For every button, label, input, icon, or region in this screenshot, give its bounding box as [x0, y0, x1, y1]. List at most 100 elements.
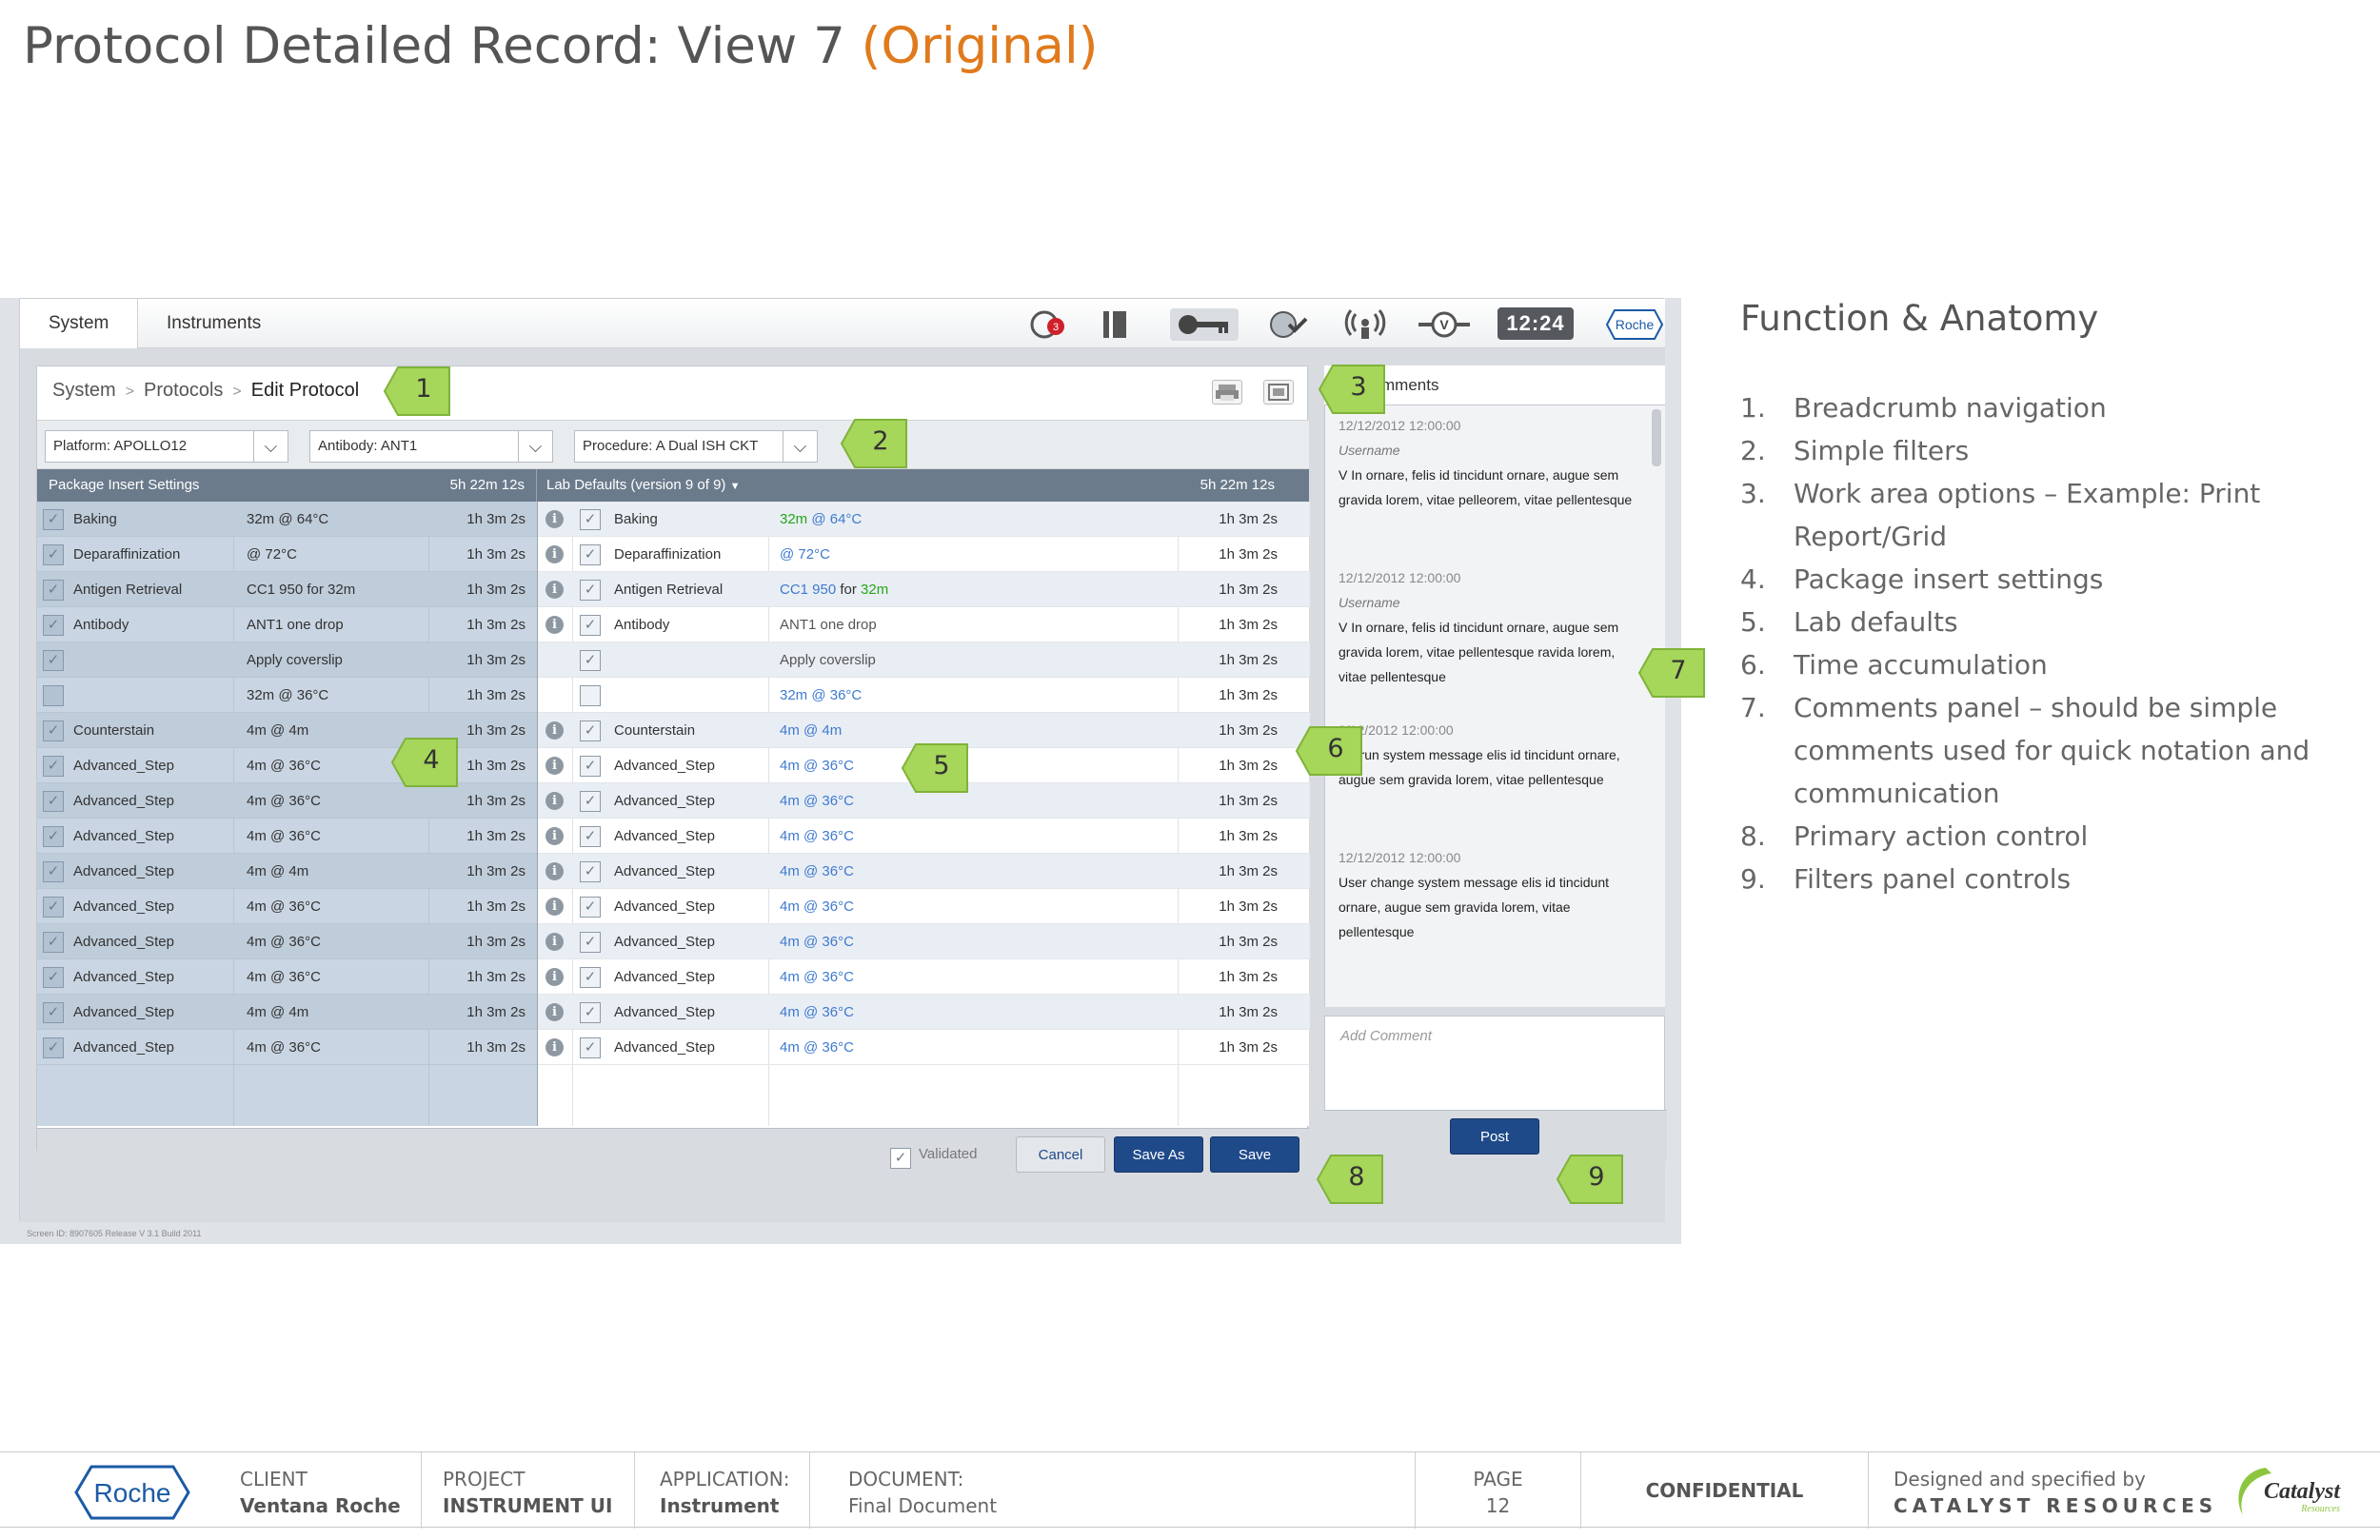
checkbox-icon[interactable]: ✓: [580, 1037, 601, 1058]
key-icon[interactable]: [1170, 308, 1239, 341]
lab-step-setting[interactable]: 4m @ 36°C: [780, 819, 854, 854]
callout-number: 6: [1327, 734, 1344, 763]
checkbox-icon[interactable]: ✓: [43, 826, 64, 847]
info-icon[interactable]: i: [545, 757, 564, 775]
lab-step-setting[interactable]: 4m @ 36°C: [780, 924, 854, 959]
checkbox-icon[interactable]: ✓: [43, 932, 64, 953]
checkbox-icon[interactable]: [580, 685, 601, 706]
grid-icon[interactable]: [1263, 380, 1294, 405]
checkbox-icon[interactable]: ✓: [43, 615, 64, 636]
disc-check-icon[interactable]: [1263, 308, 1313, 341]
lab-step-setting[interactable]: @ 72°C: [780, 537, 830, 572]
info-icon[interactable]: i: [545, 898, 564, 916]
lab-row[interactable]: i ✓ Antibody ANT1 one drop 1h 3m 2s: [538, 607, 1310, 642]
lab-step-setting[interactable]: ANT1 one drop: [780, 607, 877, 642]
checkbox-icon[interactable]: ✓: [580, 967, 601, 988]
lab-step-setting[interactable]: 32m @ 64°C: [780, 502, 862, 537]
checkbox-icon[interactable]: ✓: [580, 826, 601, 847]
book-icon[interactable]: [1096, 308, 1134, 341]
info-icon[interactable]: i: [545, 545, 564, 563]
validated-checkbox[interactable]: ✓ Validated: [890, 1144, 977, 1169]
lab-row[interactable]: i ✓ Advanced_Step 4m @ 36°C 1h 3m 2s: [538, 959, 1310, 995]
lab-row[interactable]: i ✓ Advanced_Step 4m @ 36°C 1h 3m 2s: [538, 1030, 1310, 1065]
checkbox-icon[interactable]: ✓: [580, 509, 601, 530]
info-icon[interactable]: i: [545, 792, 564, 810]
tab-system[interactable]: System: [20, 299, 138, 349]
checkbox-icon[interactable]: ✓: [43, 791, 64, 812]
lab-step-setting[interactable]: 4m @ 36°C: [780, 783, 854, 819]
checkbox-icon[interactable]: ✓: [43, 544, 64, 565]
cancel-button[interactable]: Cancel: [1016, 1136, 1105, 1173]
lab-row[interactable]: i ✓ Advanced_Step 4m @ 36°C 1h 3m 2s: [538, 995, 1310, 1030]
lab-step-setting[interactable]: 4m @ 36°C: [780, 1030, 854, 1065]
save-as-button[interactable]: Save As: [1114, 1136, 1203, 1173]
lab-row[interactable]: i ✓ Deparaffinization @ 72°C 1h 3m 2s: [538, 537, 1310, 572]
checkbox-icon[interactable]: ✓: [580, 580, 601, 601]
lab-step-setting[interactable]: 4m @ 36°C: [780, 748, 854, 783]
checkbox-icon[interactable]: ✓: [43, 1037, 64, 1058]
alert-icon[interactable]: 3: [1026, 308, 1070, 341]
info-icon[interactable]: i: [545, 581, 564, 599]
checkbox-icon[interactable]: [43, 685, 64, 706]
post-button[interactable]: Post: [1450, 1118, 1539, 1155]
scrollbar[interactable]: [1652, 409, 1661, 466]
checkbox-icon[interactable]: ✓: [580, 791, 601, 812]
lab-step-setting[interactable]: 4m @ 36°C: [780, 959, 854, 995]
valve-icon[interactable]: V: [1416, 308, 1473, 341]
info-icon[interactable]: i: [545, 1038, 564, 1056]
checkbox-icon[interactable]: ✓: [580, 615, 601, 636]
checkbox-icon[interactable]: ✓: [580, 897, 601, 918]
checkbox-icon[interactable]: ✓: [580, 650, 601, 671]
comments-list[interactable]: 12/12/2012 12:00:00 Username V In ornare, …: [1324, 405, 1665, 1007]
lab-row[interactable]: i ✓ Advanced_Step 4m @ 36°C 1h 3m 2s: [538, 924, 1310, 959]
tab-instruments[interactable]: Instruments: [138, 299, 289, 348]
checkbox-icon[interactable]: ✓: [580, 756, 601, 777]
info-icon[interactable]: i: [545, 827, 564, 845]
checkbox-icon[interactable]: ✓: [43, 721, 64, 741]
lab-step-setting[interactable]: 4m @ 36°C: [780, 889, 854, 924]
package-step-time: 1h 3m 2s: [466, 898, 526, 915]
lab-row[interactable]: i ✓ Advanced_Step 4m @ 36°C 1h 3m 2s: [538, 819, 1310, 854]
printer-icon[interactable]: [1212, 380, 1242, 405]
info-icon[interactable]: i: [545, 968, 564, 986]
checkbox-icon[interactable]: ✓: [580, 861, 601, 882]
checkbox-icon[interactable]: ✓: [580, 1002, 601, 1023]
lab-step-setting[interactable]: 4m @ 36°C: [780, 854, 854, 889]
lab-row[interactable]: 32m @ 36°C 1h 3m 2s: [538, 678, 1310, 713]
lab-row[interactable]: i ✓ Advanced_Step 4m @ 36°C 1h 3m 2s: [538, 889, 1310, 924]
breadcrumb-protocols[interactable]: Protocols: [144, 380, 223, 401]
antibody-select[interactable]: Antibody: ANT1 ⌵: [309, 430, 553, 463]
lab-step-setting[interactable]: 32m @ 36°C: [780, 678, 862, 713]
platform-select[interactable]: Platform: APOLLO12 ⌵: [45, 430, 288, 463]
info-icon[interactable]: i: [545, 1003, 564, 1021]
lab-step-setting[interactable]: CC1 950 for 32m: [780, 572, 888, 607]
checkbox-icon[interactable]: ✓: [580, 721, 601, 741]
checkbox-icon[interactable]: ✓: [580, 932, 601, 953]
checkbox-icon[interactable]: ✓: [43, 509, 64, 530]
info-icon[interactable]: i: [545, 721, 564, 740]
checkbox-icon[interactable]: ✓: [43, 897, 64, 918]
info-icon[interactable]: i: [545, 616, 564, 634]
procedure-select[interactable]: Procedure: A Dual ISH CKT ⌵: [574, 430, 818, 463]
info-icon[interactable]: i: [545, 510, 564, 528]
checkbox-icon[interactable]: ✓: [580, 544, 601, 565]
checkbox-icon[interactable]: ✓: [43, 650, 64, 671]
lab-row[interactable]: ✓ Apply coverslip 1h 3m 2s: [538, 642, 1310, 678]
checkbox-icon[interactable]: ✓: [43, 756, 64, 777]
checkbox-icon[interactable]: ✓: [43, 1002, 64, 1023]
lab-step-setting[interactable]: Apply coverslip: [780, 642, 876, 678]
info-icon[interactable]: i: [545, 933, 564, 951]
info-icon[interactable]: i: [545, 862, 564, 880]
checkbox-icon[interactable]: ✓: [43, 580, 64, 601]
lab-header[interactable]: Lab Defaults (version 9 of 9) ▼ 5h 22m 1…: [537, 469, 1309, 502]
lab-step-setting[interactable]: 4m @ 36°C: [780, 995, 854, 1030]
save-button[interactable]: Save: [1210, 1136, 1299, 1173]
lab-step-setting[interactable]: 4m @ 4m: [780, 713, 842, 748]
lab-row[interactable]: i ✓ Baking 32m @ 64°C 1h 3m 2s: [538, 502, 1310, 537]
checkbox-icon[interactable]: ✓: [43, 967, 64, 988]
lab-row[interactable]: i ✓ Antigen Retrieval CC1 950 for 32m 1h 3m …: [538, 572, 1310, 607]
checkbox-icon[interactable]: ✓: [43, 861, 64, 882]
lab-row[interactable]: i ✓ Advanced_Step 4m @ 36°C 1h 3m 2s: [538, 854, 1310, 889]
breadcrumb-system[interactable]: System: [52, 380, 116, 401]
signal-icon[interactable]: [1343, 308, 1387, 341]
